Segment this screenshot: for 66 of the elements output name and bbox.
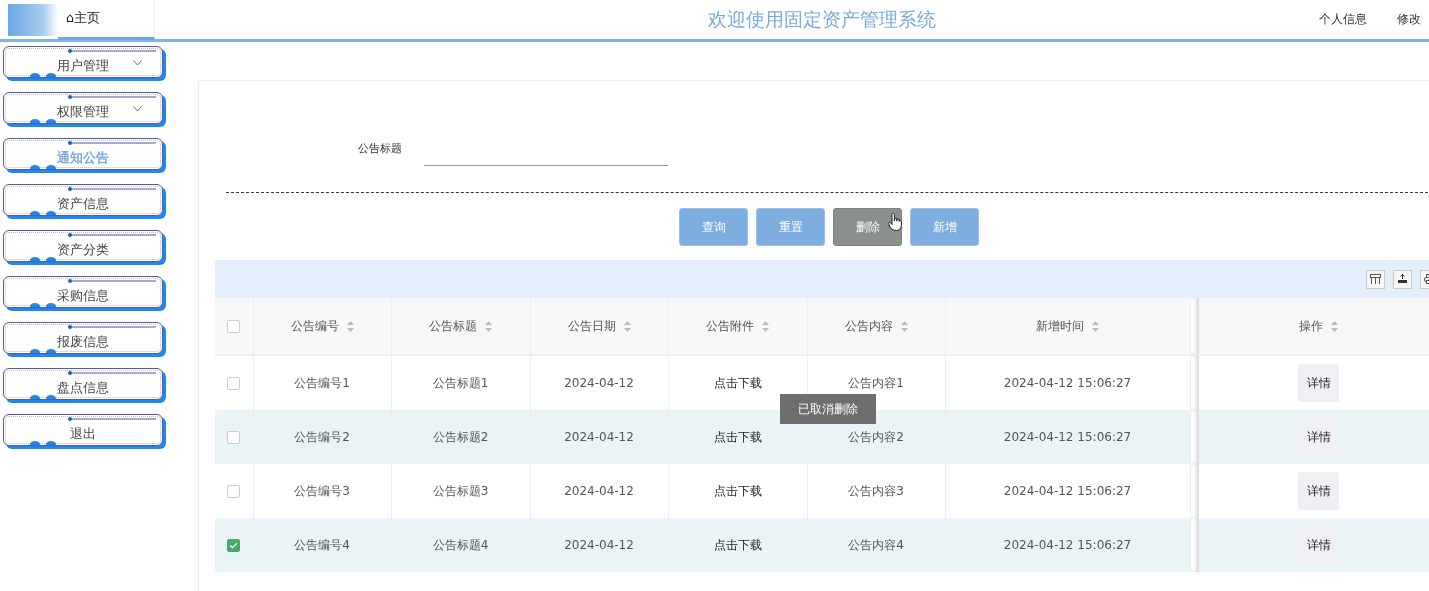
- table-cell: 公告内容1: [848, 375, 904, 390]
- table-cell: 公告编号3: [294, 483, 350, 498]
- download-link[interactable]: 点击下载: [713, 483, 762, 498]
- sidebar-item[interactable]: 用户管理: [3, 46, 163, 78]
- table-cell: 公告标题3: [432, 483, 489, 498]
- detail-button[interactable]: 详情: [1298, 418, 1339, 456]
- table-cell: 公告内容4: [848, 537, 904, 552]
- sidebar-item[interactable]: 退出: [3, 414, 163, 446]
- detail-button[interactable]: 详情: [1298, 364, 1339, 402]
- table-cell: 公告编号2: [294, 429, 350, 444]
- download-link[interactable]: 点击下载: [713, 537, 762, 552]
- detail-button[interactable]: 详情: [1298, 472, 1339, 510]
- table-cell: 2024-04-12: [564, 538, 634, 552]
- table-cell: 2024-04-12: [564, 484, 634, 498]
- sidebar-item[interactable]: 报废信息: [3, 322, 163, 354]
- home-tab[interactable]: ⌂主页: [58, 0, 155, 40]
- table-cell: 公告编号4: [294, 537, 350, 552]
- download-link[interactable]: 点击下载: [713, 375, 762, 390]
- table-cell: 2024-04-12 15:06:27: [1003, 538, 1132, 552]
- select-all-checkbox[interactable]: [227, 320, 241, 333]
- row-checkbox[interactable]: [227, 485, 241, 498]
- column-header[interactable]: 公告日期: [567, 317, 616, 335]
- table-cell: 2024-04-12 15:06:27: [1003, 484, 1132, 498]
- download-link[interactable]: 点击下载: [713, 429, 762, 444]
- header-link[interactable]: 修改: [1397, 11, 1421, 28]
- table-cell: 2024-04-12: [564, 376, 634, 390]
- sidebar-item[interactable]: 采购信息: [3, 276, 163, 308]
- table-cell: 2024-04-12 15:06:27: [1003, 376, 1132, 390]
- row-checkbox[interactable]: [227, 377, 241, 390]
- columns-icon[interactable]: [1366, 269, 1385, 289]
- column-header[interactable]: 公告标题: [429, 317, 477, 335]
- sort-icon[interactable]: [485, 320, 492, 332]
- sort-icon[interactable]: [762, 320, 769, 332]
- table-cell: 2024-04-12 15:06:27: [1003, 430, 1132, 444]
- sidebar-item[interactable]: 资产信息: [3, 184, 163, 216]
- system-title: 欢迎使用固定资产管理系统: [707, 6, 937, 32]
- check-icon: [229, 542, 239, 549]
- sidebar-item[interactable]: 盘点信息: [3, 368, 163, 400]
- toast-message: 已取消删除: [780, 394, 876, 424]
- search-label: 公告标题: [358, 141, 402, 156]
- table-cell: 公告内容3: [848, 483, 904, 498]
- row-checkbox[interactable]: [227, 539, 241, 552]
- sort-icon[interactable]: [1331, 320, 1338, 332]
- header-link[interactable]: 个人信息: [1319, 11, 1367, 28]
- detail-button[interactable]: 详情: [1298, 526, 1339, 564]
- table-cell: 公告标题1: [432, 375, 489, 390]
- export-icon[interactable]: [1393, 269, 1412, 289]
- column-header[interactable]: 操作: [1299, 317, 1323, 335]
- hand-cursor-icon: [888, 213, 902, 231]
- sidebar-item[interactable]: 权限管理: [3, 92, 163, 124]
- table-cell: 公告标题2: [432, 429, 489, 444]
- column-header[interactable]: 公告内容: [844, 317, 893, 335]
- sort-icon[interactable]: [1092, 320, 1099, 332]
- sort-icon[interactable]: [900, 320, 908, 332]
- row-checkbox[interactable]: [227, 431, 241, 444]
- header-logo-block: [8, 3, 58, 36]
- table-cell: 公告编号1: [294, 375, 350, 390]
- sort-icon[interactable]: [623, 320, 631, 332]
- table-cell: 公告内容2: [848, 429, 904, 444]
- sort-icon[interactable]: [346, 320, 354, 332]
- column-header[interactable]: 公告附件: [706, 317, 754, 335]
- table-cell: 2024-04-12: [564, 430, 634, 444]
- column-header[interactable]: 公告编号: [290, 317, 339, 335]
- column-header[interactable]: 新增时间: [1036, 317, 1084, 335]
- table-cell: 公告标题4: [432, 537, 489, 552]
- sidebar-item[interactable]: 资产分类: [3, 230, 163, 262]
